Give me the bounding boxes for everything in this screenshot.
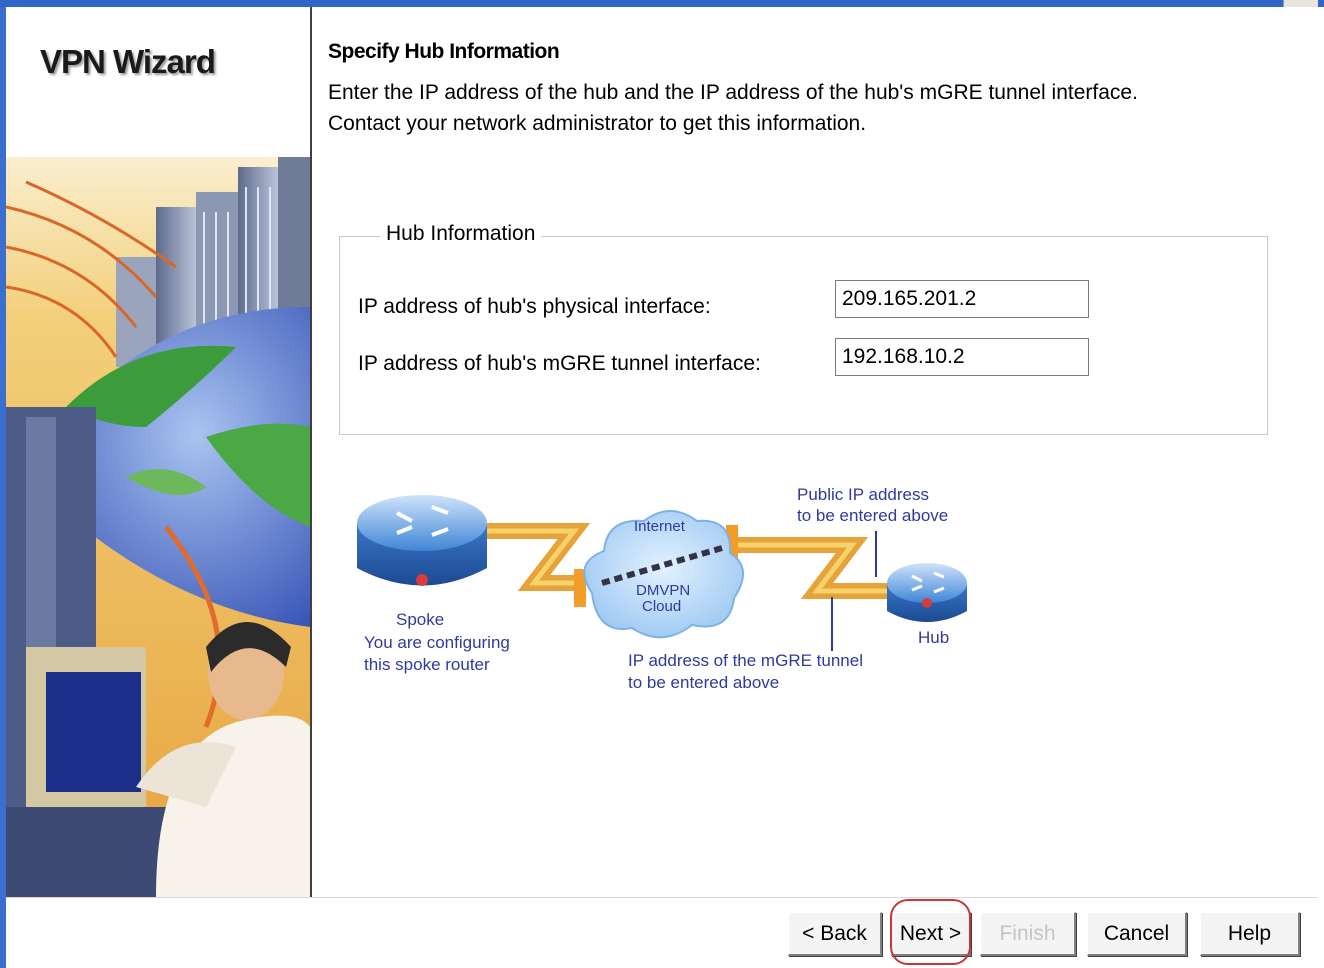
tunnel-interface-label: IP address of hub's mGRE tunnel interfac… [358,352,761,375]
back-button[interactable]: < Back [788,912,882,956]
physical-interface-ip-input[interactable] [835,280,1089,318]
public-ip-note-line-2: to be entered above [797,506,948,525]
hub-label: Hub [918,628,949,647]
page-description: Enter the IP address of the hub and the … [328,77,1308,139]
window-title-bar [0,0,1324,7]
public-ip-note-line-1: Public IP address [797,485,929,504]
description-line-1: Enter the IP address of the hub and the … [328,81,1138,104]
spoke-label: Spoke [396,610,444,629]
button-bar-separator [6,897,1318,898]
dmvpn-diagram: Internet DMVPN Cloud Spoke You are confi… [357,485,967,692]
sidebar-illustration: VPN Wizard [6,7,312,897]
hub-router-icon [887,563,967,622]
close-button[interactable] [1283,0,1318,7]
main-content: Specify Hub Information Enter the IP add… [312,7,1318,897]
spoke-router-icon [357,495,487,586]
spoke-note-line-2: this spoke router [364,655,490,674]
dmvpn-label: DMVPN [636,582,690,599]
internet-label: Internet [634,518,686,535]
cancel-button[interactable]: Cancel [1087,912,1187,956]
help-button[interactable]: Help [1200,912,1300,956]
hub-information-legend: Hub Information [380,222,542,246]
finish-button[interactable]: Finish [980,912,1076,956]
city-globe-illustration [6,7,310,897]
next-button[interactable]: Next > [891,912,971,956]
wizard-title: VPN Wizard [40,43,216,80]
physical-interface-label: IP address of hub's physical interface: [358,295,711,318]
page-heading: Specify Hub Information [328,40,560,63]
cloud-label: Cloud [642,598,681,615]
hub-information-group: Hub Information IP address of hub's phys… [339,222,1268,435]
spoke-note-line-1: You are configuring [364,633,510,652]
tunnel-interface-ip-input[interactable] [835,338,1089,376]
tunnel-note-line-1: IP address of the mGRE tunnel [628,651,863,670]
tunnel-note-line-2: to be entered above [628,673,779,692]
description-line-2: Contact your network administrator to ge… [328,112,867,135]
